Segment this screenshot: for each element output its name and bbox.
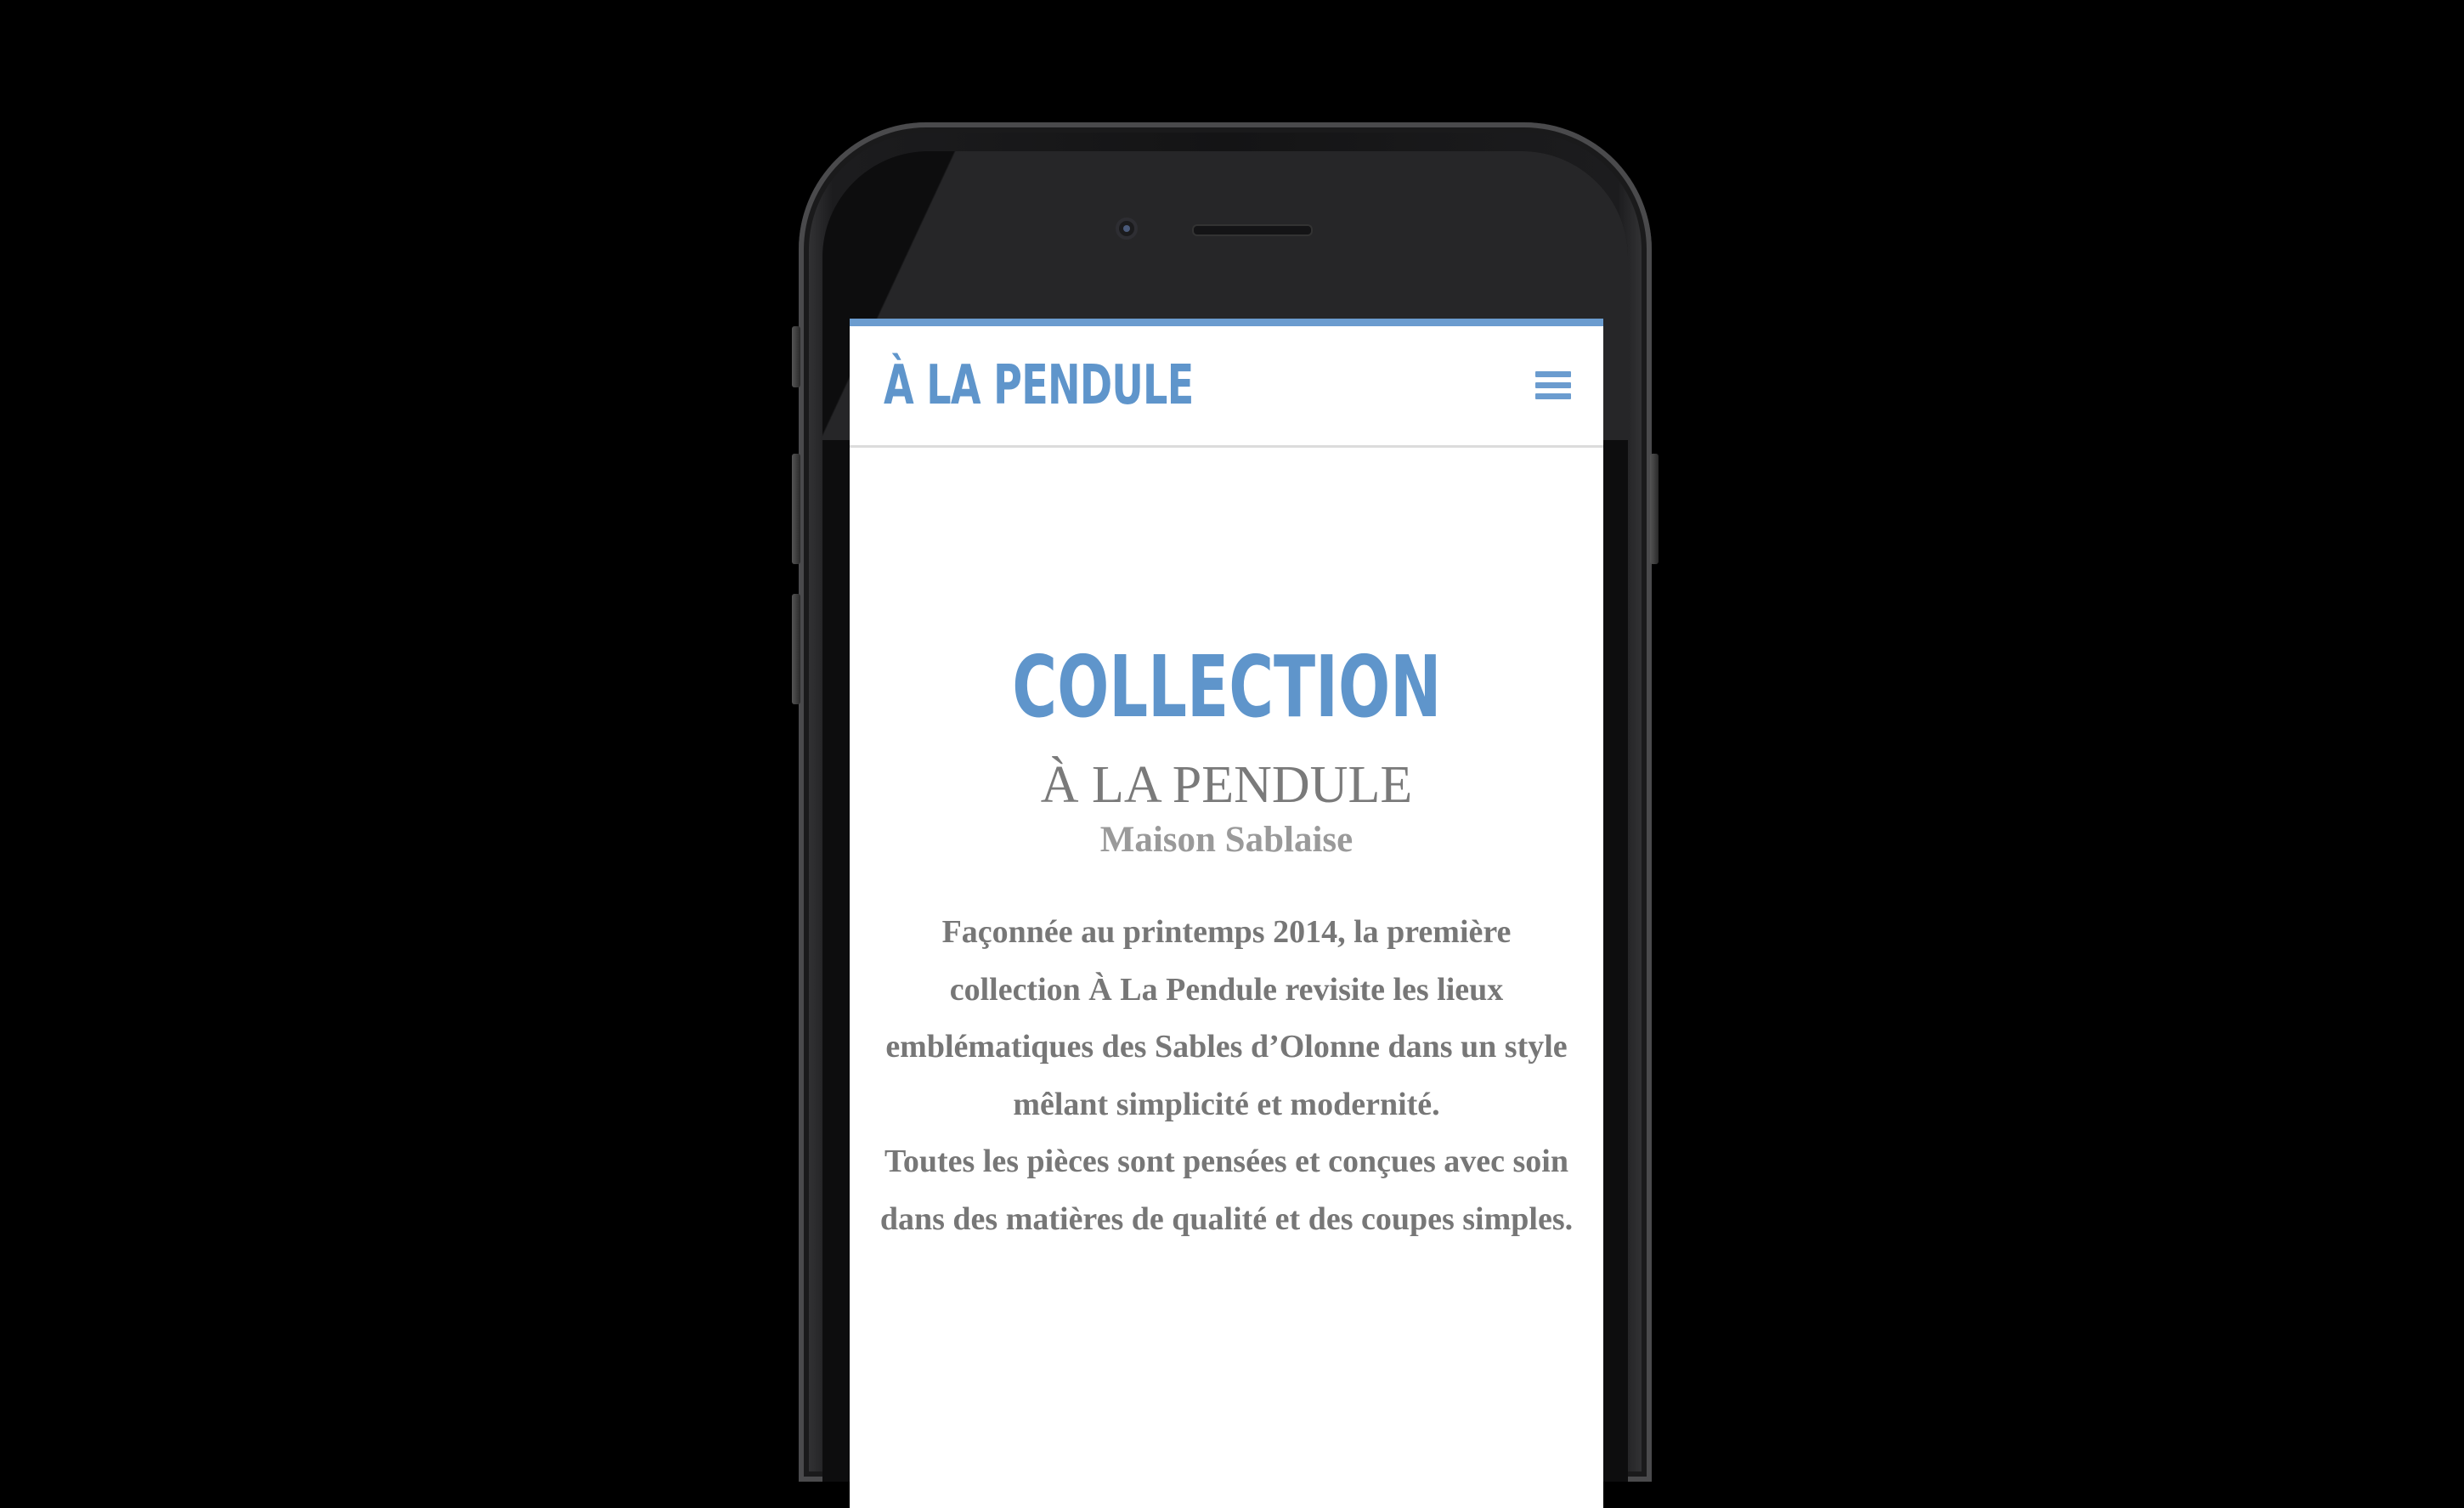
site-logo[interactable]: À LA PENDULE — [884, 354, 1194, 417]
description-paragraph-2: Toutes les pièces sont pensées et conçue… — [879, 1144, 1574, 1237]
collection-description: Façonnée au printemps 2014, la première … — [879, 904, 1575, 1248]
section-title: COLLECTION — [1011, 637, 1442, 737]
volume-up-button — [792, 454, 800, 564]
brand-name-heading: À LA PENDULE — [1040, 756, 1413, 814]
front-camera-icon — [1116, 217, 1138, 240]
earpiece-speaker — [1192, 224, 1313, 236]
tagline: Maison Sablaise — [1099, 820, 1354, 860]
main-content: COLLECTION À LA PENDULE Maison Sablaise … — [850, 448, 1603, 1248]
mute-switch — [792, 326, 800, 387]
power-button — [1650, 454, 1659, 564]
top-accent-bar — [850, 319, 1603, 326]
site-header: À LA PENDULE — [850, 326, 1603, 448]
hamburger-menu-icon[interactable] — [1535, 371, 1571, 400]
description-paragraph-1: Façonnée au printemps 2014, la première … — [885, 914, 1568, 1122]
phone-device: À LA PENDULE COLLECTION À LA PENDULE Mai… — [792, 122, 1659, 1508]
volume-down-button — [792, 594, 800, 704]
phone-screen: À LA PENDULE COLLECTION À LA PENDULE Mai… — [850, 319, 1603, 1508]
